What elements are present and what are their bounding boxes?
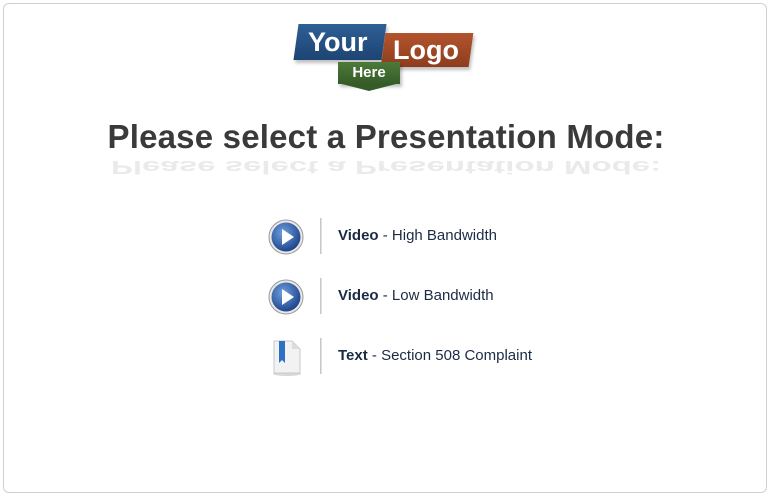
option-video-low-bandwidth[interactable]: Video - Low Bandwidth — [266, 277, 566, 317]
option-title: Text — [338, 347, 368, 364]
option-divider — [320, 278, 322, 314]
page-title: Please select a Presentation Mode: — [107, 118, 665, 155]
play-icon[interactable] — [268, 219, 304, 255]
option-title: Video — [338, 227, 379, 244]
option-desc: - Section 508 Complaint — [367, 347, 532, 364]
option-divider — [320, 338, 322, 374]
company-logo: Your Logo Here — [293, 22, 484, 94]
option-label[interactable]: Text - Section 508 Complaint — [338, 337, 532, 375]
option-video-high-bandwidth[interactable]: Video - High Bandwidth — [266, 217, 566, 257]
option-label[interactable]: Video - Low Bandwidth — [338, 277, 494, 315]
logo-blue-block: Your — [293, 24, 387, 60]
option-title: Video — [338, 287, 379, 304]
logo-text-here: Here — [352, 64, 386, 81]
logo-text-your: Your — [308, 27, 368, 57]
option-divider — [320, 218, 322, 254]
play-icon[interactable] — [268, 279, 304, 315]
option-text-section-508[interactable]: Text - Section 508 Complaint — [266, 337, 566, 377]
option-desc: - High Bandwidth — [378, 227, 497, 244]
document-icon[interactable] — [268, 339, 304, 376]
option-desc: - Low Bandwidth — [378, 287, 494, 304]
option-label[interactable]: Video - High Bandwidth — [338, 217, 497, 255]
logo-green-block: Here — [338, 62, 400, 84]
page-title-reflection: Please select a Presentation Mode: — [110, 157, 662, 178]
logo-arrow-tip — [338, 83, 400, 91]
